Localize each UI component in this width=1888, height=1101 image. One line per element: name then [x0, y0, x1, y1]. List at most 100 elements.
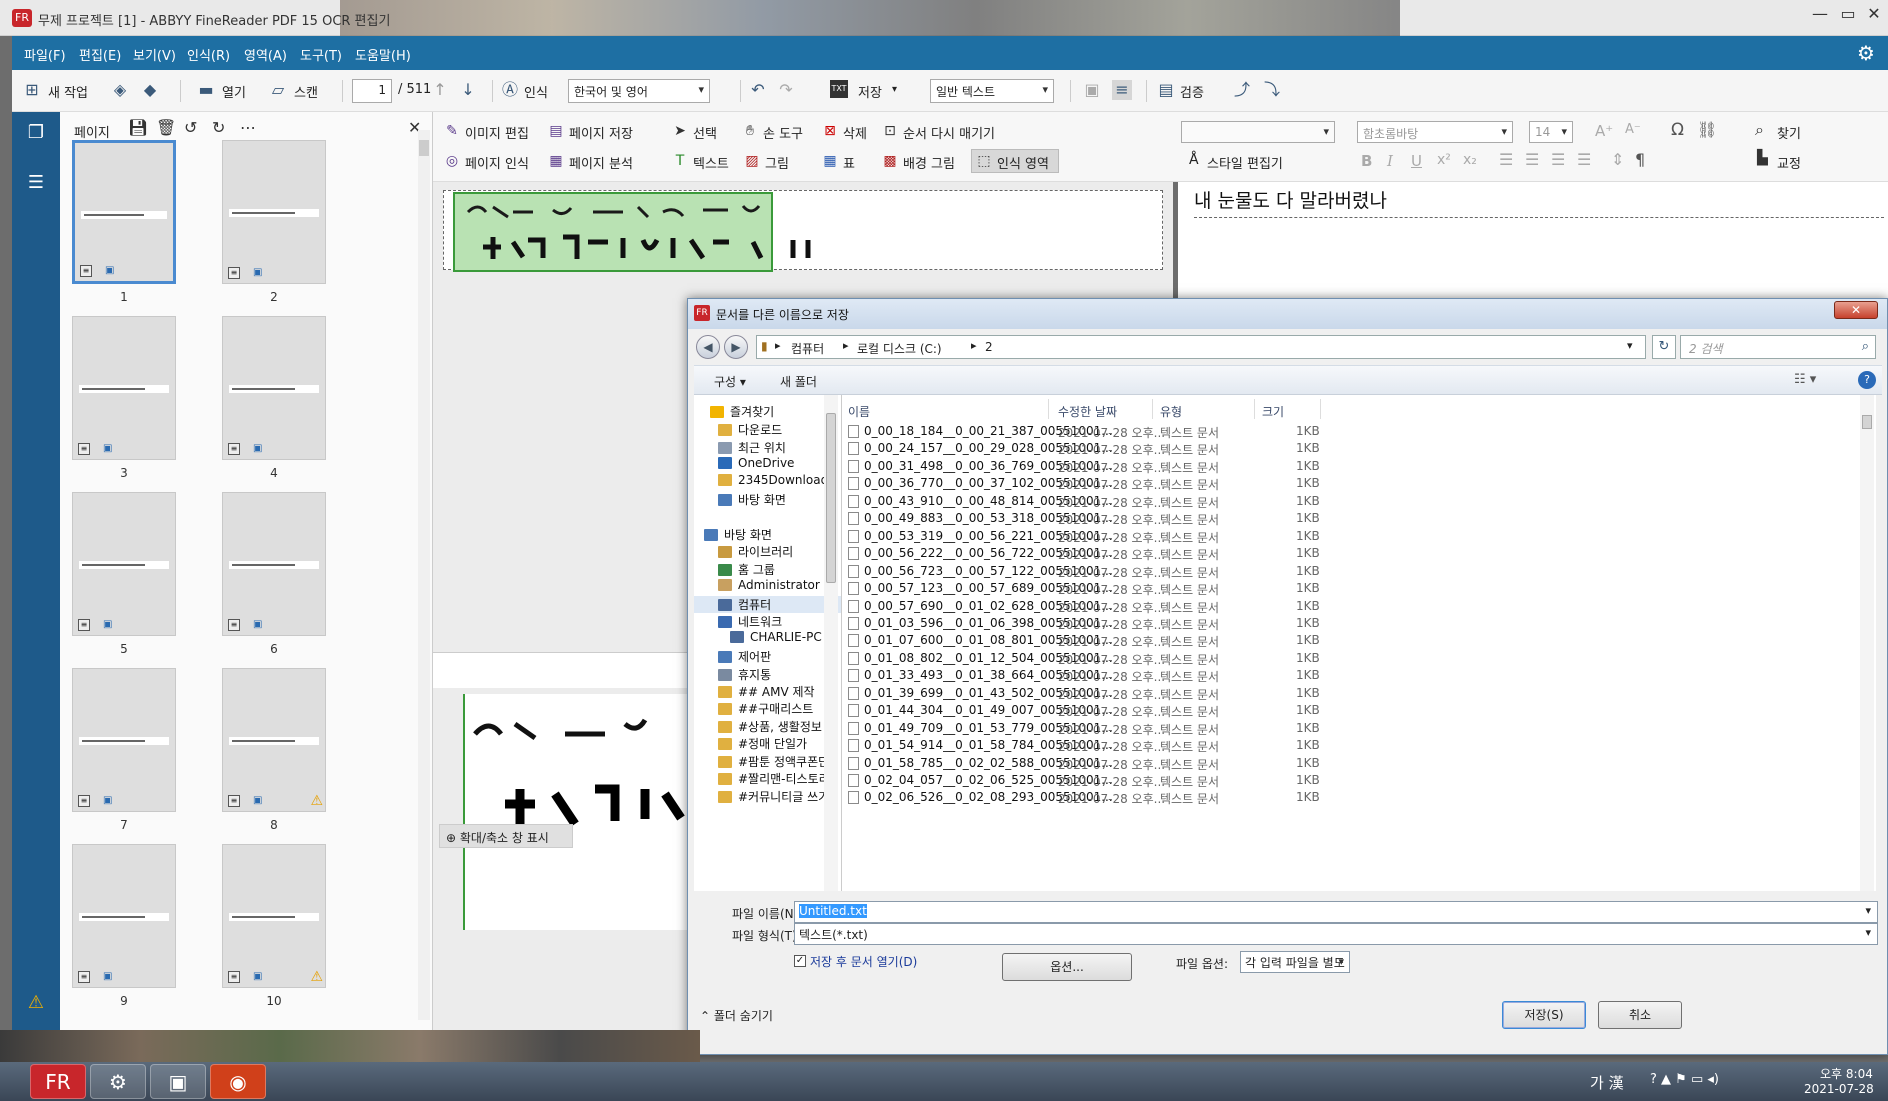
column-name[interactable]: 이름 — [848, 403, 870, 420]
nav-scrollbar[interactable] — [824, 395, 838, 891]
nav-item-downloads2345[interactable]: 2345Downloads — [718, 473, 834, 487]
layers-add-icon[interactable]: ◈ — [110, 80, 130, 100]
txt-format-icon[interactable]: TXT — [830, 80, 848, 98]
page-recognize-button[interactable]: 페이지 인식 — [465, 153, 529, 172]
breadcrumb-computer[interactable]: 컴퓨터 — [791, 340, 824, 357]
superscript-icon[interactable]: x² — [1437, 152, 1451, 168]
table-area-icon[interactable]: ▦ — [821, 152, 839, 170]
ime-indicator[interactable]: 가 漢 — [1590, 1072, 1624, 1093]
nav-item-favorites[interactable]: 즐겨찾기 — [710, 403, 774, 420]
new-task-icon[interactable]: ⊞ — [22, 80, 42, 100]
page-number-input[interactable]: 1 — [352, 79, 392, 103]
column-type[interactable]: 유형 — [1160, 403, 1182, 420]
delete-page-icon[interactable]: 🗑︎ — [156, 118, 176, 137]
more-icon[interactable]: ⋯ — [240, 118, 256, 137]
menu-help[interactable]: 도움말(H) — [355, 45, 411, 64]
nav-item-sale[interactable]: #정매 단일가 — [718, 735, 807, 752]
save-dropdown-icon[interactable]: ▾ — [892, 84, 897, 95]
picture-area-button[interactable]: 그림 — [765, 153, 789, 172]
image-edit-button[interactable]: 이미지 편집 — [465, 123, 529, 142]
page-save-icon[interactable]: ▤ — [547, 122, 565, 140]
layers-icon[interactable]: ◆ — [140, 80, 160, 100]
filetype-select[interactable]: 텍스트(*.txt) ▾ — [794, 923, 1878, 945]
recognized-text[interactable]: 내 눈물도 다 말라버렸나 — [1194, 186, 1387, 213]
view-options-icon[interactable]: ☷ ▾ — [1794, 372, 1816, 387]
nav-item-libraries[interactable]: 라이브러리 — [718, 543, 793, 560]
page-down-icon[interactable]: ↓ — [458, 80, 478, 100]
style-editor-icon[interactable]: Å — [1189, 152, 1199, 168]
address-dropdown-icon[interactable]: ▾ — [1627, 339, 1633, 352]
redo-icon[interactable]: ↷ — [776, 80, 796, 100]
font-grow-icon[interactable]: A⁺ — [1595, 122, 1613, 140]
justify-icon[interactable]: ☰ — [1577, 150, 1591, 169]
folder-open-icon[interactable]: ▬ — [196, 80, 216, 100]
breadcrumb-folder-2[interactable]: 2 — [985, 340, 993, 354]
search-box[interactable]: 2 검색 ⌕ — [1680, 335, 1876, 359]
nav-item-jjalbang[interactable]: #짤리맨-티스토리 — [718, 770, 830, 787]
file-list-scrollbar[interactable] — [1860, 395, 1874, 891]
list-view-icon[interactable]: ☰ — [24, 172, 48, 196]
new-folder-button[interactable]: 새 폴더 — [780, 373, 817, 390]
file-row[interactable]: 0_02_06_526__0_02_08_293_00551001... 2021… — [842, 787, 1852, 808]
zoom-window-toggle[interactable]: ⊕ 확대/축소 창 표시 — [439, 824, 573, 848]
page-recognize-icon[interactable]: ◎ — [443, 152, 461, 170]
open-button[interactable]: 열기 — [222, 82, 246, 101]
page-thumbnail[interactable]: ≡ ▣ — [222, 140, 326, 284]
image-view-icon[interactable]: ▣ — [1082, 80, 1102, 100]
text-area-button[interactable]: 텍스트 — [693, 153, 729, 172]
save-page-icon[interactable]: 💾︎ — [128, 118, 148, 137]
hand-tool-button[interactable]: 손 도구 — [763, 123, 803, 142]
menu-file[interactable]: 파일(F) — [24, 45, 66, 64]
style-editor-button[interactable]: 스타일 편집기 — [1207, 153, 1283, 172]
special-char-icon[interactable]: Ω — [1671, 120, 1684, 140]
verify-button[interactable]: 검증 — [1180, 82, 1204, 101]
clock-time[interactable]: 오후 8:04 — [1820, 1065, 1873, 1082]
column-size[interactable]: 크기 — [1262, 403, 1284, 420]
import-icon[interactable]: ⤵ — [1262, 80, 1282, 100]
minimize-icon[interactable]: — — [1808, 2, 1832, 26]
page-thumbnail[interactable]: ≡ ▣ — [222, 492, 326, 636]
nav-item-product[interactable]: #상품, 생활정보 — [718, 718, 822, 735]
nav-item-downloads[interactable]: 다운로드 — [718, 421, 782, 438]
rotate-right-icon[interactable]: ↻ — [212, 118, 225, 137]
page-thumbnail[interactable]: ≡ ▣ — [72, 492, 176, 636]
text-area-icon[interactable]: T — [671, 152, 689, 170]
italic-icon[interactable]: I — [1387, 152, 1393, 170]
page-thumbnail[interactable]: ≡ ▣ — [222, 316, 326, 460]
recognize-icon[interactable]: Ⓐ — [500, 80, 520, 100]
font-shrink-icon[interactable]: A⁻ — [1625, 122, 1641, 137]
nav-item-homegroup[interactable]: 홈 그룹 — [718, 561, 775, 578]
maximize-icon[interactable]: ▭ — [1836, 2, 1860, 26]
nav-item-onedrive[interactable]: OneDrive — [718, 456, 794, 470]
menu-recognize[interactable]: 인식(R) — [187, 45, 230, 64]
nav-item-computer[interactable]: 컴퓨터 — [694, 596, 841, 613]
reorder-icon[interactable]: ⊡ — [881, 122, 899, 140]
menu-tools[interactable]: 도구(T) — [300, 45, 342, 64]
address-bar[interactable]: ▮ ▸ 컴퓨터 ▸ 로컬 디스크 (C:) ▸ 2 ▾ — [756, 335, 1646, 359]
find-icon[interactable]: ⌕ — [1755, 120, 1764, 140]
select-button[interactable]: 선택 — [693, 123, 717, 142]
image-edit-icon[interactable]: ✎ — [443, 122, 461, 140]
pages-scrollbar[interactable] — [418, 130, 430, 1020]
bg-picture-button[interactable]: 배경 그림 — [903, 153, 955, 172]
picture-area-icon[interactable]: ▨ — [743, 152, 761, 170]
forward-icon[interactable]: ▶ — [724, 335, 748, 359]
page-thumbnail[interactable]: ≡ ▣ — [72, 316, 176, 460]
breadcrumb-local-disk[interactable]: 로컬 디스크 (C:) — [857, 340, 942, 357]
open-after-save-label[interactable]: 저장 후 문서 열기(D) — [810, 953, 917, 970]
reorder-button[interactable]: 순서 다시 매기기 — [903, 123, 995, 142]
text-view-icon[interactable]: ≡ — [1112, 80, 1132, 100]
bold-icon[interactable]: B — [1361, 152, 1372, 170]
proofread-button[interactable]: 교정 — [1777, 153, 1801, 172]
column-modified[interactable]: 수정한 날짜 — [1058, 403, 1117, 420]
recognize-button[interactable]: 인식 — [524, 82, 548, 101]
nav-item-buy[interactable]: ##구매리스트 — [718, 700, 813, 717]
close-icon[interactable]: ✕ — [1862, 2, 1886, 26]
underline-icon[interactable]: U — [1411, 152, 1422, 170]
hide-folders-toggle[interactable]: ⌃ 폴더 숨기기 — [700, 1007, 773, 1024]
cancel-button[interactable]: 취소 — [1598, 1001, 1682, 1029]
delete-area-icon[interactable]: ⊠ — [821, 122, 839, 140]
scanner-icon[interactable]: ▱ — [268, 80, 288, 100]
scan-button[interactable]: 스캔 — [294, 82, 318, 101]
tray-icons[interactable]: ? ▲ ⚑ ▭ ◂) — [1650, 1072, 1719, 1087]
